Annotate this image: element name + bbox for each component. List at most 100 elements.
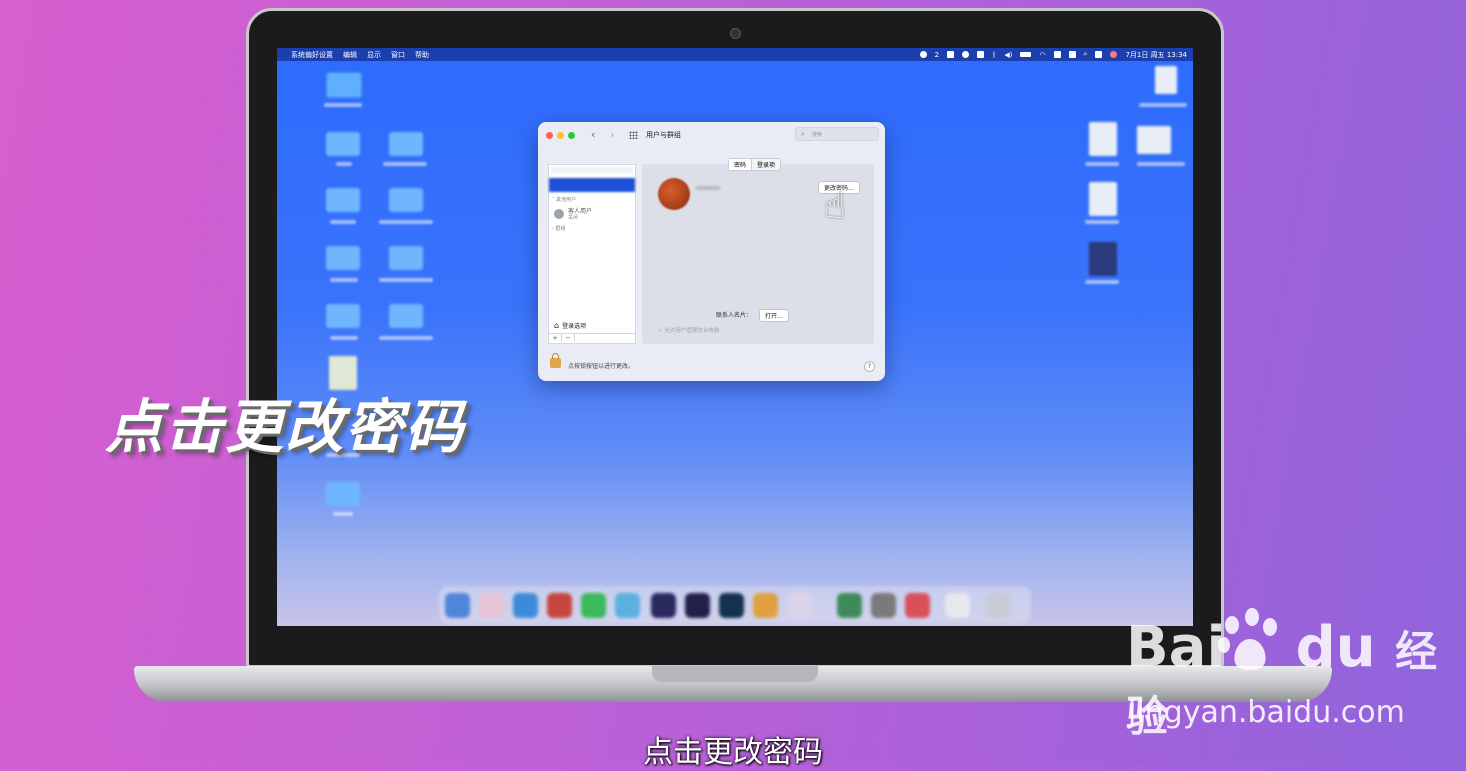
tab-login-items[interactable]: 登录项 bbox=[752, 159, 780, 170]
allow-admin-checkbox[interactable]: ✓ 允许用户管理这台电脑 bbox=[658, 326, 719, 334]
app-file-icon[interactable] bbox=[1089, 242, 1117, 276]
minimize-icon[interactable] bbox=[557, 132, 564, 139]
tray-screen-icon[interactable] bbox=[977, 51, 985, 58]
other-users-header[interactable]: ˅ 其他用户 bbox=[552, 196, 576, 203]
search-placeholder: 搜索 bbox=[812, 132, 823, 138]
show-all-grid-icon[interactable] bbox=[629, 131, 638, 139]
finder-icon[interactable] bbox=[445, 593, 470, 618]
current-user-header bbox=[551, 167, 633, 173]
folder-label bbox=[330, 278, 358, 282]
folder-icon[interactable] bbox=[326, 246, 360, 270]
folder-icon[interactable] bbox=[389, 132, 423, 156]
spotlight-icon[interactable]: ⌕ bbox=[1084, 50, 1088, 59]
groups-header[interactable]: › 群组 bbox=[552, 225, 566, 232]
user-avatar[interactable] bbox=[658, 178, 690, 210]
search-input[interactable]: ⌕ 搜索 bbox=[795, 127, 879, 141]
folder-label bbox=[330, 220, 356, 224]
folder-icon[interactable] bbox=[326, 132, 360, 156]
document-icon[interactable] bbox=[1089, 122, 1117, 156]
menu-window[interactable]: 窗口 bbox=[391, 50, 405, 60]
zoom-icon[interactable] bbox=[568, 132, 575, 139]
folder-icon[interactable] bbox=[389, 188, 423, 212]
menu-app[interactable]: 系统偏好设置 bbox=[291, 50, 333, 60]
tray-notification-count[interactable]: 2 bbox=[935, 51, 939, 59]
baidu-watermark-url: jingyan.baidu.com bbox=[1128, 695, 1405, 730]
system-preferences-icon[interactable] bbox=[871, 593, 896, 618]
open-contact-card-button[interactable]: 打开... bbox=[759, 309, 789, 322]
battery-icon[interactable] bbox=[1020, 52, 1032, 57]
app-icon[interactable] bbox=[615, 593, 640, 618]
window-titlebar: ‹ › 用户与群组 ⌕ 搜索 bbox=[538, 122, 885, 148]
selected-user-row[interactable] bbox=[549, 178, 635, 192]
pointer-hand-icon: ☝ bbox=[824, 186, 846, 227]
close-icon[interactable] bbox=[546, 132, 553, 139]
launchpad-icon[interactable] bbox=[479, 593, 504, 618]
dock bbox=[439, 586, 1031, 624]
premiere-icon[interactable] bbox=[651, 593, 676, 618]
tab-switcher: 密码 登录项 bbox=[728, 158, 782, 171]
users-groups-window: ‹ › 用户与群组 ⌕ 搜索 ˅ 其他用户 客人用户 关闭 › 群组 ⌂ 登录选… bbox=[538, 122, 885, 381]
image-file-icon[interactable] bbox=[1137, 126, 1171, 154]
webcam bbox=[730, 28, 741, 39]
menu-bar: 系统偏好设置 编辑 显示 窗口 帮助 2 ᛒ ◀) ◠ ⌕ 7月1日 周五 13… bbox=[277, 48, 1193, 61]
contact-card-label: 联系人名片： bbox=[716, 312, 753, 319]
app-icon[interactable] bbox=[837, 593, 862, 618]
wechat-icon[interactable] bbox=[581, 593, 606, 618]
folder-icon[interactable] bbox=[326, 188, 360, 212]
menu-view[interactable]: 显示 bbox=[367, 50, 381, 60]
trash-icon[interactable] bbox=[985, 593, 1010, 618]
tab-password[interactable]: 密码 bbox=[729, 159, 753, 170]
png-file-icon[interactable] bbox=[1155, 66, 1177, 94]
photoshop-icon[interactable] bbox=[719, 593, 744, 618]
add-user-button[interactable]: + bbox=[549, 334, 562, 342]
folder-label bbox=[336, 162, 352, 166]
tray-record-icon[interactable] bbox=[919, 51, 927, 58]
folder-icon[interactable] bbox=[326, 482, 360, 506]
status-tray: 2 ᛒ ◀) ◠ ⌕ 7月1日 周五 13:34 bbox=[919, 50, 1193, 60]
tray-photo-icon[interactable] bbox=[1053, 51, 1061, 58]
folder-icon[interactable] bbox=[326, 304, 360, 328]
lock-icon[interactable] bbox=[550, 353, 561, 368]
control-center-icon[interactable] bbox=[1095, 51, 1103, 58]
app-icon[interactable] bbox=[905, 593, 930, 618]
menu-clock[interactable]: 7月1日 周五 13:34 bbox=[1125, 50, 1187, 60]
login-options-item[interactable]: ⌂ 登录选项 bbox=[554, 321, 586, 330]
user-list: ˅ 其他用户 客人用户 关闭 › 群组 ⌂ 登录选项 + − bbox=[548, 164, 636, 344]
document-icon[interactable] bbox=[1089, 182, 1117, 216]
forward-button[interactable]: › bbox=[610, 128, 614, 141]
app-icon[interactable] bbox=[547, 593, 572, 618]
folder-icon[interactable] bbox=[389, 304, 423, 328]
folder-label bbox=[379, 220, 433, 224]
help-button[interactable]: ? bbox=[864, 361, 875, 372]
app-icon[interactable] bbox=[787, 593, 812, 618]
house-icon: ⌂ bbox=[554, 321, 560, 330]
login-options-label: 登录选项 bbox=[562, 323, 587, 330]
guest-avatar bbox=[554, 209, 564, 219]
folder-label bbox=[330, 336, 358, 340]
remove-user-button[interactable]: − bbox=[562, 334, 575, 342]
tray-text-icon[interactable] bbox=[947, 51, 955, 58]
guest-user-status: 关闭 bbox=[568, 215, 579, 221]
folder-icon[interactable] bbox=[389, 246, 423, 270]
folder-icon[interactable] bbox=[326, 72, 362, 98]
bluetooth-icon[interactable]: ᛒ bbox=[992, 51, 996, 59]
back-button[interactable]: ‹ bbox=[591, 128, 595, 141]
user-detail-panel: 密码 登录项 更改密码... ☝ 联系人名片： 打开... ✓ 允许用户管理这台… bbox=[642, 158, 874, 344]
safari-icon[interactable] bbox=[513, 593, 538, 618]
folder-label bbox=[333, 512, 353, 516]
file-label bbox=[1139, 103, 1187, 107]
lock-instructions: 点按锁按钮以进行更改。 bbox=[568, 363, 635, 370]
siri-icon[interactable] bbox=[1110, 51, 1118, 58]
file-label bbox=[1085, 280, 1119, 284]
menu-edit[interactable]: 编辑 bbox=[343, 50, 357, 60]
baidu-paw-icon bbox=[1218, 608, 1277, 670]
chrome-icon[interactable] bbox=[753, 593, 778, 618]
menu-help[interactable]: 帮助 bbox=[415, 50, 429, 60]
volume-icon[interactable]: ◀) bbox=[1004, 51, 1012, 59]
wifi-icon[interactable]: ◠ bbox=[1039, 51, 1045, 59]
tray-app-icon[interactable] bbox=[962, 51, 970, 58]
sidebar-footer: + − bbox=[549, 333, 635, 344]
downloads-icon[interactable] bbox=[945, 593, 970, 618]
after-effects-icon[interactable] bbox=[685, 593, 710, 618]
tray-keyboard-icon[interactable] bbox=[1068, 51, 1076, 58]
